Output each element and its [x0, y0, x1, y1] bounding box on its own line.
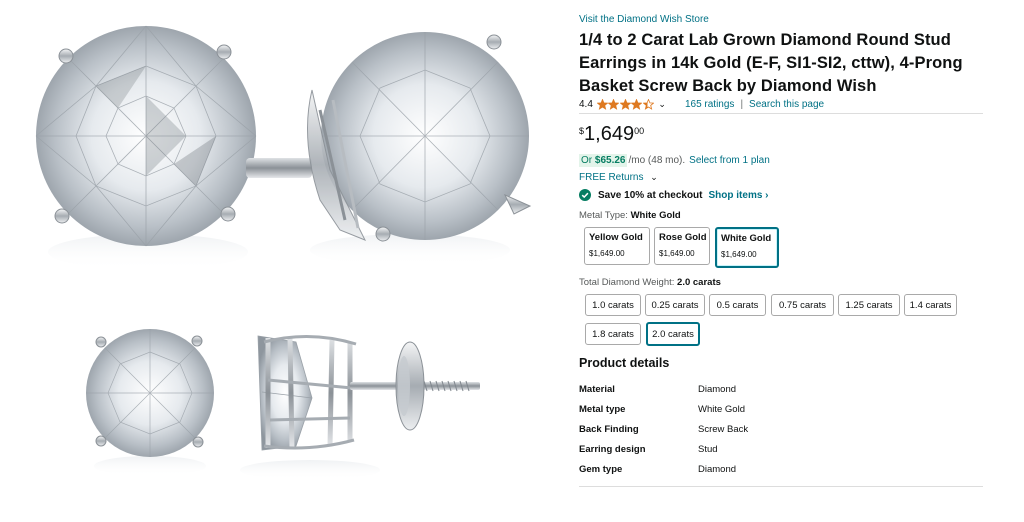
free-returns-label[interactable]: FREE Returns: [579, 172, 643, 183]
price: $ 1,649 00: [579, 123, 644, 145]
weight-option[interactable]: 0.75 carats: [771, 294, 834, 316]
earring-product-photo[interactable]: [0, 0, 565, 522]
diamond-weight-selected: 2.0 carats: [677, 277, 721, 288]
diamond-small-front-view: [86, 329, 214, 476]
swatch-name: Rose Gold: [659, 232, 707, 243]
detail-key: Gem type: [579, 464, 623, 475]
divider: [579, 486, 983, 487]
product-details-heading: Product details: [579, 356, 670, 370]
product-title: 1/4 to 2 Carat Lab Grown Diamond Round S…: [579, 31, 963, 95]
earring-post: [246, 158, 312, 178]
weight-option[interactable]: 1.0 carats: [585, 294, 641, 316]
star-icon: [608, 98, 620, 110]
detail-key: Back Finding: [579, 424, 639, 435]
swatch-yellow-gold[interactable]: Yellow Gold $1,649.00: [584, 227, 650, 265]
savings-coupon: Save 10% at checkout Shop items ›: [579, 189, 769, 201]
chevron-down-icon[interactable]: ⌄: [658, 99, 666, 110]
diamond-side-view: [307, 32, 532, 266]
detail-value: White Gold: [698, 404, 745, 415]
weight-option-selected[interactable]: 2.0 carats: [646, 322, 700, 346]
weight-option[interactable]: 1.8 carats: [585, 323, 641, 345]
earring-side-screw-back-view: [240, 335, 480, 480]
metal-type-selected: White Gold: [630, 210, 681, 221]
star-rating[interactable]: [596, 98, 655, 110]
store-link[interactable]: Visit the Diamond Wish Store: [579, 14, 709, 25]
savings-text: Save 10% at checkout: [598, 189, 703, 201]
search-this-page-link[interactable]: Search this page: [749, 99, 824, 110]
swatch-price: $1,649.00: [721, 250, 757, 259]
shop-items-link[interactable]: Shop items ›: [709, 190, 769, 201]
monthly-payment: Or $65.26 /mo (48 mo). Select from 1 pla…: [579, 154, 770, 167]
swatch-name: White Gold: [721, 233, 772, 244]
detail-value: Stud: [698, 444, 718, 455]
select-plan-link[interactable]: Select from 1 plan: [689, 155, 770, 166]
weight-option[interactable]: 1.25 carats: [838, 294, 900, 316]
detail-key: Earring design: [579, 444, 646, 455]
swatch-rose-gold[interactable]: Rose Gold $1,649.00: [654, 227, 710, 265]
star-icon: [631, 98, 643, 110]
star-icon: [619, 98, 631, 110]
rating-row: 4.4 ⌄ 165 ratings | Search this page: [579, 97, 824, 111]
detail-key: Metal type: [579, 404, 626, 415]
separator: |: [740, 98, 744, 110]
weight-option[interactable]: 1.4 carats: [904, 294, 957, 316]
detail-value: Screw Back: [698, 424, 749, 435]
diamond-weight-label: Total Diamond Weight: 2.0 carats: [579, 277, 721, 288]
weight-option[interactable]: 0.5 carats: [709, 294, 766, 316]
detail-value: Diamond: [698, 384, 737, 395]
monthly-badge: Or $65.26: [579, 154, 628, 167]
product-image-gallery[interactable]: [0, 0, 565, 522]
detail-key: Material: [579, 384, 615, 395]
rating-value: 4.4: [579, 98, 593, 110]
price-whole: 1,649: [584, 123, 635, 145]
chevron-down-icon[interactable]: ⌄: [650, 172, 658, 182]
monthly-term: /mo (48 mo).: [628, 155, 686, 166]
detail-value: Diamond: [698, 464, 737, 475]
check-circle-icon: [579, 189, 591, 201]
swatch-white-gold[interactable]: White Gold $1,649.00: [715, 227, 779, 268]
swatch-price: $1,649.00: [659, 249, 695, 258]
weight-option[interactable]: 0.25 carats: [645, 294, 705, 316]
divider: [579, 113, 983, 114]
metal-type-label: Metal Type: White Gold: [579, 210, 681, 221]
diamond-front-view: [35, 25, 257, 270]
price-fraction: 00: [634, 126, 645, 136]
ratings-count-link[interactable]: 165 ratings: [685, 99, 734, 110]
star-icon: [596, 98, 608, 110]
swatch-name: Yellow Gold: [589, 232, 643, 243]
star-icon: [642, 98, 654, 110]
metal-type-label-text: Metal Type:: [579, 210, 628, 221]
monthly-or: Or: [581, 155, 593, 166]
swatch-price: $1,649.00: [589, 249, 625, 258]
diamond-weight-label-text: Total Diamond Weight:: [579, 277, 675, 288]
free-returns[interactable]: FREE Returns ⌄: [579, 172, 658, 183]
monthly-amount: $65.26: [594, 155, 626, 166]
